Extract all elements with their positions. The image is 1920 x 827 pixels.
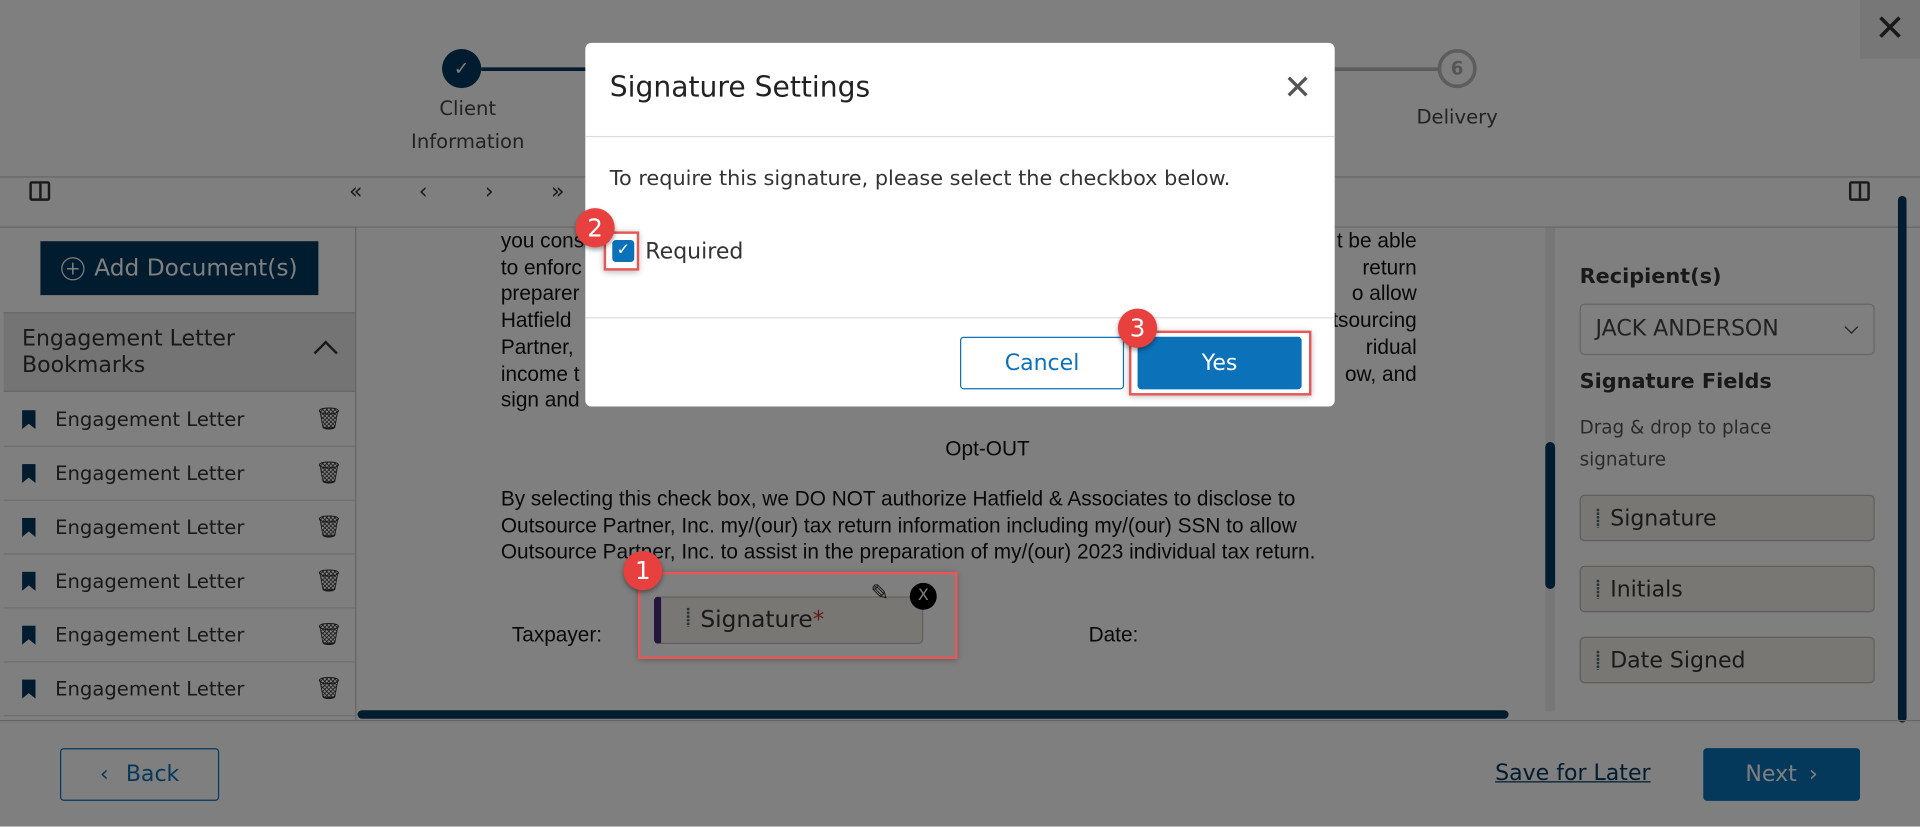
annotation-badge-3: 3: [1117, 308, 1158, 348]
modal-header-divider: [585, 135, 1335, 138]
cancel-button[interactable]: Cancel: [960, 336, 1125, 390]
modal-footer-divider: [585, 317, 1335, 319]
highlight-placed-field: [637, 571, 958, 659]
modal-message: To require this signature, please select…: [609, 166, 1231, 192]
annotation-badge-1: 1: [623, 551, 663, 591]
annotation-badge-2: 2: [575, 208, 615, 248]
modal-close-button[interactable]: ✕: [1283, 69, 1312, 107]
modal-title: Signature Settings: [609, 72, 871, 105]
highlight-yes-button: [1128, 330, 1312, 396]
app: ✓ Client Information 6 Delivery ✕ « ‹ › …: [0, 0, 1920, 827]
required-label[interactable]: Required: [645, 239, 743, 265]
